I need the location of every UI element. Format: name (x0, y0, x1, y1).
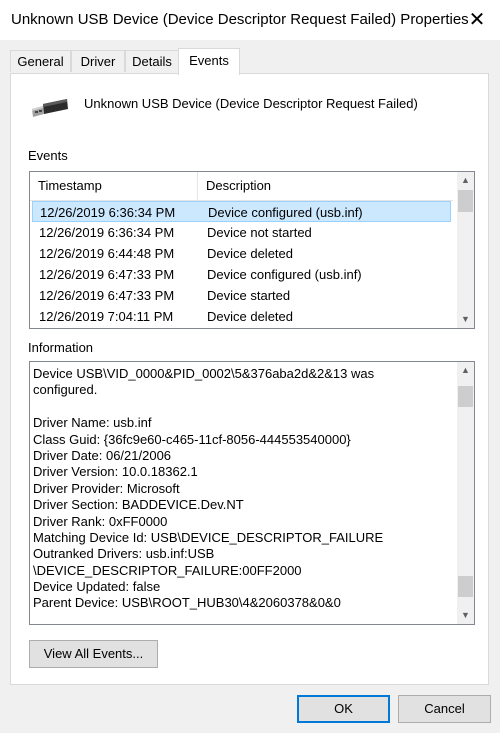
scroll-up-icon[interactable]: ▲ (457, 362, 474, 379)
info-line: Parent Device: USB\ROOT_HUB30\4&2060378&… (33, 595, 341, 611)
events-list-header: Timestamp Description (30, 172, 453, 201)
title-bar: Unknown USB Device (Device Descriptor Re… (0, 0, 500, 40)
cancel-button[interactable]: Cancel (398, 695, 491, 723)
tab-driver[interactable]: Driver (71, 50, 125, 72)
information-scroll-thumb-top[interactable] (458, 386, 473, 407)
event-description: Device started (207, 288, 291, 303)
event-timestamp: 12/26/2019 6:36:34 PM (39, 225, 175, 240)
information-scrollbar[interactable]: ▲ ▼ (457, 362, 474, 624)
ok-button[interactable]: OK (297, 695, 390, 723)
information-label: Information (28, 340, 94, 355)
information-text: Device USB\VID_0000&PID_0002\5&376aba2d&… (33, 366, 453, 612)
device-name: Unknown USB Device (Device Descriptor Re… (84, 96, 418, 111)
event-description: Device deleted (207, 246, 293, 261)
info-line: Driver Provider: Microsoft (33, 480, 180, 496)
info-line: Outranked Drivers: usb.inf:USB (33, 546, 215, 562)
info-line: Device Updated: false (33, 579, 161, 595)
event-timestamp: 12/26/2019 6:47:33 PM (39, 288, 175, 303)
tab-general[interactable]: General (10, 50, 71, 72)
info-line: Driver Date: 06/21/2006 (33, 447, 172, 463)
scroll-up-icon[interactable]: ▲ (457, 172, 474, 189)
info-line: Driver Rank: 0xFF0000 (33, 513, 168, 529)
event-row[interactable]: 12/26/2019 6:47:33 PM Device started (30, 285, 453, 306)
tab-details[interactable]: Details (125, 50, 179, 72)
scroll-down-icon[interactable]: ▼ (457, 607, 474, 624)
info-line: Driver Version: 10.0.18362.1 (33, 464, 198, 480)
events-rows: 12/26/2019 6:36:34 PM Device configured … (30, 201, 453, 327)
events-scrollbar[interactable]: ▲ ▼ (457, 172, 474, 328)
events-scroll-thumb[interactable] (458, 190, 473, 212)
event-timestamp: 12/26/2019 7:04:11 PM (39, 309, 174, 324)
events-list[interactable]: Timestamp Description 12/26/2019 6:36:34… (29, 171, 475, 329)
info-line: Driver Name: usb.inf (33, 415, 152, 431)
event-row[interactable]: 12/26/2019 7:04:11 PM Device deleted (30, 306, 453, 327)
event-description: Device not started (207, 225, 312, 240)
event-timestamp: 12/26/2019 6:47:33 PM (39, 267, 175, 282)
info-line: Device USB\VID_0000&PID_0002\5&376aba2d&… (33, 366, 375, 381)
tab-events[interactable]: Events (178, 48, 240, 75)
column-header-description[interactable]: Description (198, 172, 453, 200)
events-tab-panel: Unknown USB Device (Device Descriptor Re… (10, 73, 489, 685)
info-line (33, 399, 453, 415)
event-row[interactable]: 12/26/2019 6:36:34 PM Device not started (30, 222, 453, 243)
info-line: configured. (33, 382, 98, 398)
info-line: \DEVICE_DESCRIPTOR_FAILURE:00FF2000 (33, 562, 302, 578)
info-line: Class Guid: {36fc9e60-c465-11cf-8056-444… (33, 431, 351, 447)
events-label: Events (28, 148, 68, 163)
event-row[interactable]: 12/26/2019 6:36:34 PM Device configured … (32, 201, 451, 222)
information-textbox[interactable]: Device USB\VID_0000&PID_0002\5&376aba2d&… (29, 361, 475, 625)
event-row[interactable]: 12/26/2019 6:47:33 PM Device configured … (30, 264, 453, 285)
event-description: Device configured (usb.inf) (207, 267, 362, 282)
info-line: Matching Device Id: USB\DEVICE_DESCRIPTO… (33, 529, 384, 545)
event-timestamp: 12/26/2019 6:36:34 PM (40, 205, 176, 220)
window-title: Unknown USB Device (Device Descriptor Re… (11, 11, 469, 28)
event-row[interactable]: 12/26/2019 6:44:48 PM Device deleted (30, 243, 453, 264)
information-scroll-thumb[interactable] (458, 576, 473, 597)
info-line: Driver Section: BADDEVICE.Dev.NT (33, 497, 244, 513)
event-timestamp: 12/26/2019 6:44:48 PM (39, 246, 175, 261)
usb-plug-icon (32, 99, 68, 117)
column-header-timestamp[interactable]: Timestamp (30, 172, 198, 200)
view-all-events-button[interactable]: View All Events... (29, 640, 158, 668)
event-description: Device deleted (207, 309, 293, 324)
close-icon[interactable]: ✕ (454, 0, 500, 40)
scroll-down-icon[interactable]: ▼ (457, 311, 474, 328)
event-description: Device configured (usb.inf) (208, 205, 363, 220)
